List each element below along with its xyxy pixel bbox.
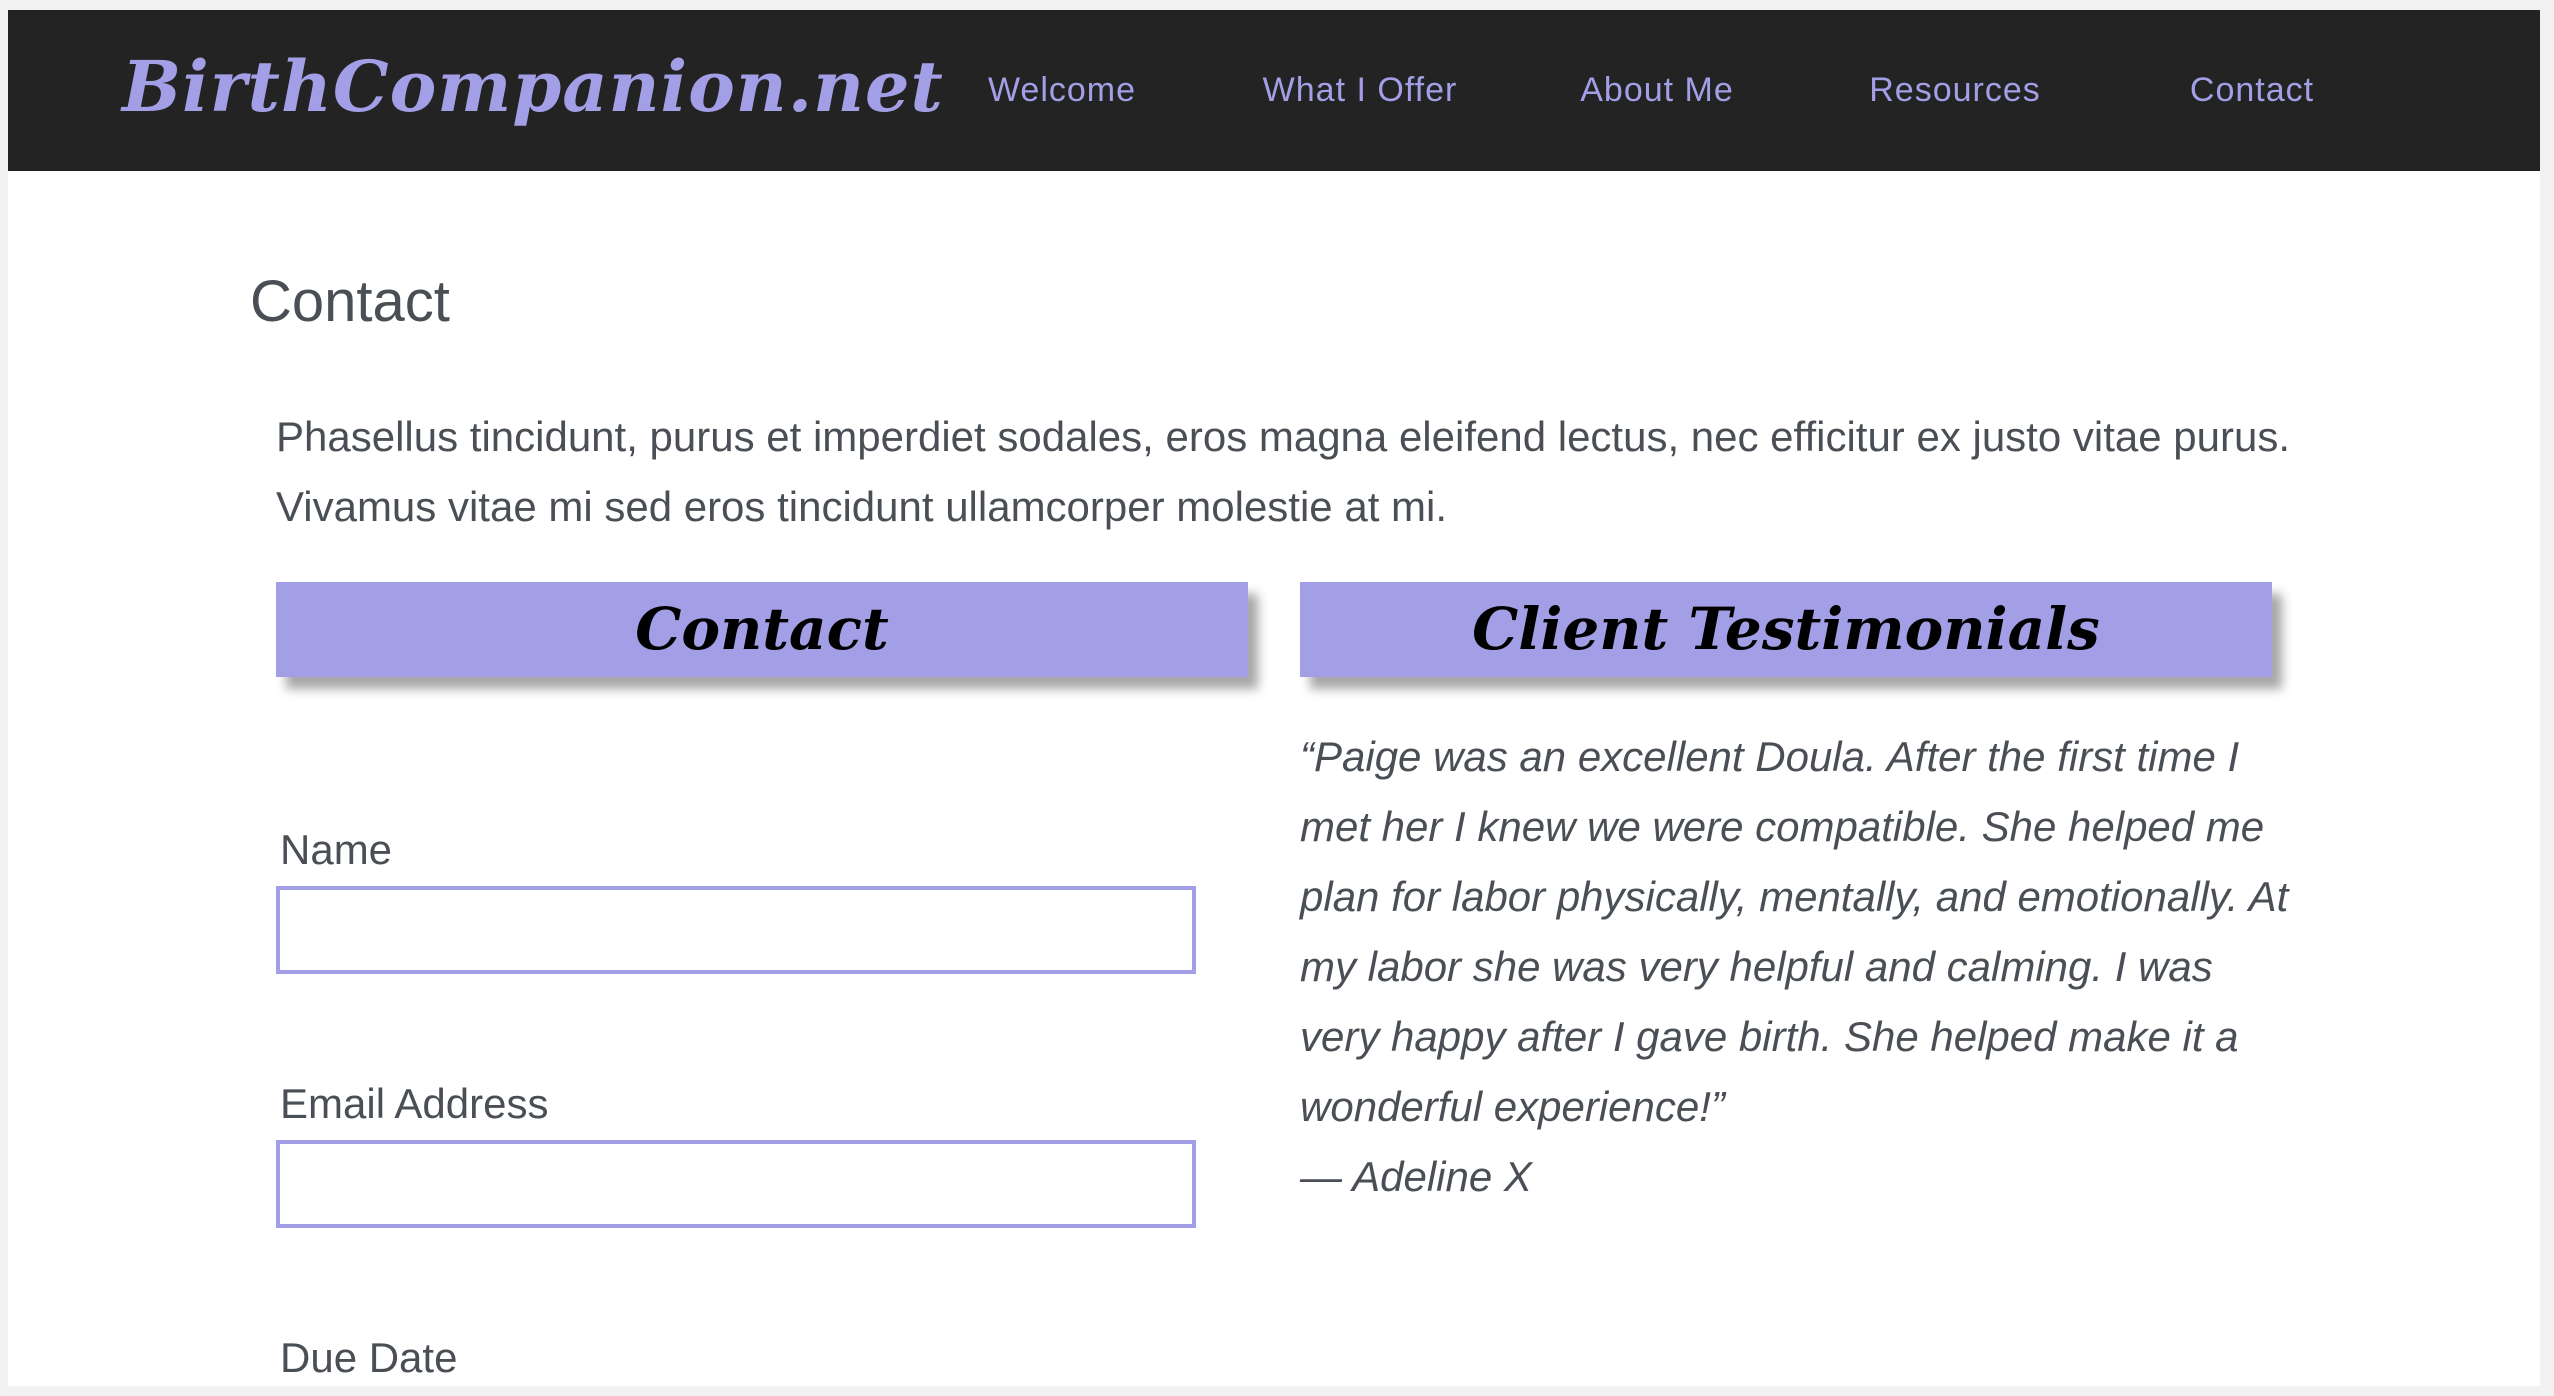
site-logo-link[interactable]: BirthCompanion.net: [122, 42, 944, 132]
testimonial-quote: “Paige was an excellent Doula. After the…: [1300, 733, 2289, 1130]
testimonial-author: — Adeline X: [1300, 1153, 1532, 1200]
nav-link-about-me[interactable]: About Me: [1580, 10, 1734, 171]
contact-section-header: Contact: [276, 582, 1248, 677]
email-field-label: Email Address: [280, 1080, 549, 1127]
intro-paragraph: Phasellus tincidunt, purus et imperdiet …: [276, 413, 2290, 530]
nav-link-welcome[interactable]: Welcome: [988, 10, 1136, 171]
page-frame: BirthCompanion.net Welcome What I Offer …: [8, 10, 2540, 1386]
name-input[interactable]: [276, 886, 1196, 974]
nav-link-resources[interactable]: Resources: [1869, 10, 2041, 171]
due-date-field-label: Due Date: [280, 1334, 458, 1381]
nav-link-what-i-offer[interactable]: What I Offer: [1263, 10, 1458, 171]
name-field-label: Name: [280, 826, 393, 873]
page-title: Contact: [250, 269, 450, 334]
testimonials-section-header: Client Testimonials: [1300, 582, 2272, 677]
top-navbar: BirthCompanion.net Welcome What I Offer …: [8, 10, 2540, 171]
email-input[interactable]: [276, 1140, 1196, 1228]
nav-link-contact[interactable]: Contact: [2190, 10, 2314, 171]
